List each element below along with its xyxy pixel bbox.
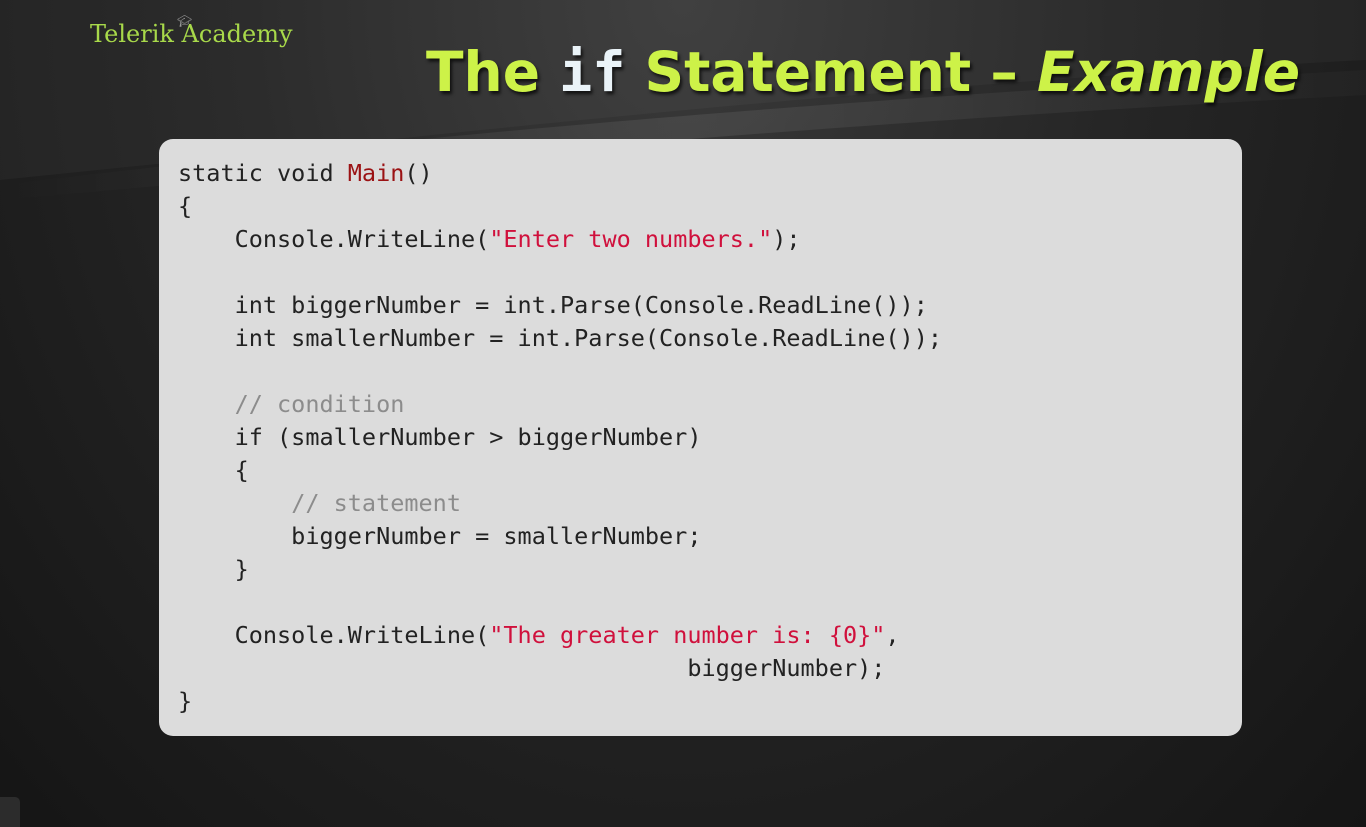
code-token-comment: // statement xyxy=(291,489,461,517)
title-middle: Statement xyxy=(625,40,972,104)
code-token-method: Main xyxy=(347,159,405,187)
graduation-cap-icon: 🎓︎ xyxy=(177,14,193,28)
title-emphasis: Example xyxy=(1037,40,1300,104)
code-token-plain: } xyxy=(178,687,193,715)
code-token-plain: int smallerNumber = int.Parse(Console.Re… xyxy=(178,324,943,352)
code-line: Console.WriteLine("Enter two numbers."); xyxy=(178,223,1242,256)
code-line: // statement xyxy=(178,487,1242,520)
code-token-plain: int biggerNumber = int.Parse(Console.Rea… xyxy=(178,291,928,319)
code-token-plain: { xyxy=(178,192,193,220)
code-line: } xyxy=(178,685,1242,718)
code-token-plain: { xyxy=(178,456,249,484)
code-token-string: "The greater number is: {0}" xyxy=(489,621,886,649)
code-token-plain: Console.WriteLine( xyxy=(178,225,490,253)
code-token-plain: , xyxy=(885,621,900,649)
code-line: biggerNumber); xyxy=(178,652,1242,685)
code-line: { xyxy=(178,454,1242,487)
code-line: if (smallerNumber > biggerNumber) xyxy=(178,421,1242,454)
code-token-plain: () xyxy=(404,159,433,187)
code-token-plain: Console.WriteLine( xyxy=(178,621,490,649)
code-token-plain: biggerNumber); xyxy=(178,654,886,682)
code-token-plain: } xyxy=(178,555,249,583)
code-line: biggerNumber = smallerNumber; xyxy=(178,520,1242,553)
code-line: { xyxy=(178,190,1242,223)
code-listing: static void Main(){ Console.WriteLine("E… xyxy=(178,157,1242,718)
code-line: } xyxy=(178,553,1242,586)
code-line: int smallerNumber = int.Parse(Console.Re… xyxy=(178,322,1242,355)
code-token-plain: static void xyxy=(178,159,348,187)
code-token-comment: // condition xyxy=(234,390,405,418)
code-token-plain: ); xyxy=(772,225,801,253)
code-line: static void Main() xyxy=(178,157,1242,190)
code-token-plain: biggerNumber = smallerNumber; xyxy=(178,522,702,550)
code-token-string: "Enter two numbers." xyxy=(489,225,773,253)
title-dash: – xyxy=(971,40,1037,104)
telerik-academy-logo: Telerik Academy 🎓︎ xyxy=(90,14,293,48)
code-token-plain: if (smallerNumber > biggerNumber) xyxy=(178,423,702,451)
code-line: int biggerNumber = int.Parse(Console.Rea… xyxy=(178,289,1242,322)
title-prefix: The xyxy=(426,40,560,104)
code-line: Console.WriteLine("The greater number is… xyxy=(178,619,1242,652)
code-block: static void Main(){ Console.WriteLine("E… xyxy=(159,139,1242,736)
corner-tab xyxy=(0,797,20,827)
title-keyword: if xyxy=(559,40,626,104)
code-line: // condition xyxy=(178,388,1242,421)
slide-title: The if Statement – Example xyxy=(426,40,1300,104)
